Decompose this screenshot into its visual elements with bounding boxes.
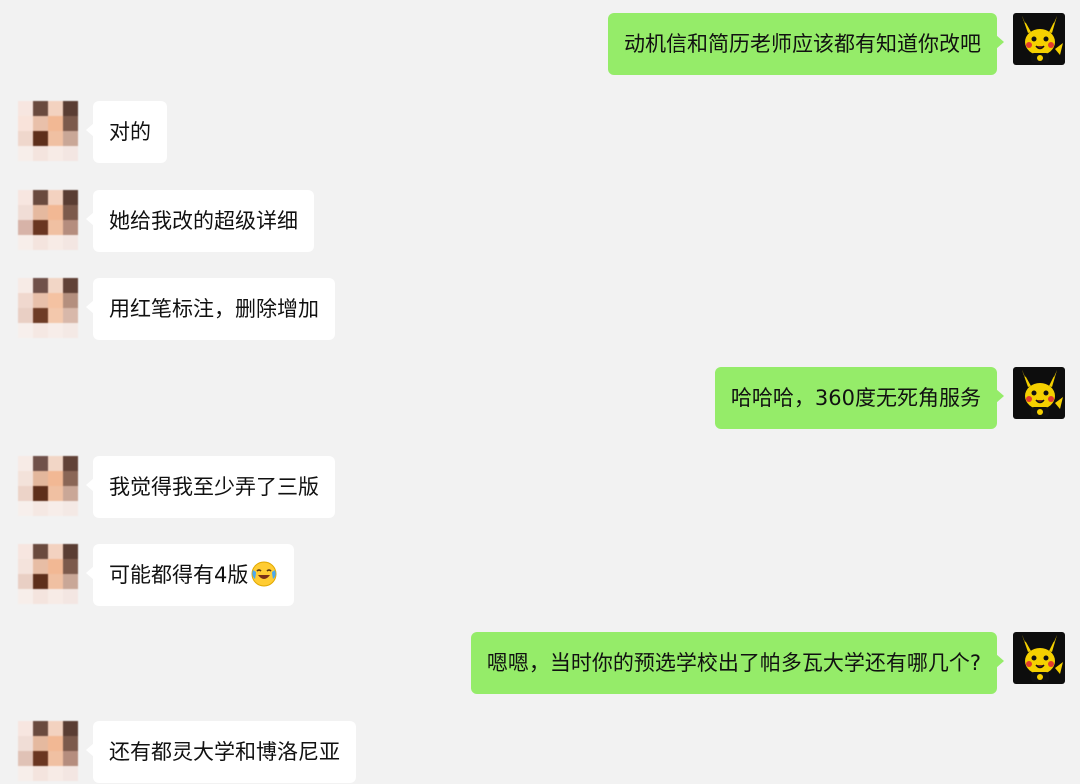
pikachu-avatar-icon[interactable] [1013,367,1065,419]
message-bubble[interactable]: 哈哈哈，360度无死角服务 [714,367,1005,429]
message-text: 可能都得有4版 [109,563,249,587]
contact-avatar-icon[interactable] [18,101,78,161]
message-bubble[interactable]: 可能都得有4版 [85,544,295,606]
message-bubble[interactable]: 她给我改的超级详细 [86,190,314,252]
message-bubble[interactable]: 动机信和简历老师应该都有知道你改吧 [608,13,1004,75]
message-bubble[interactable]: 用红笔标注，删除增加 [86,278,335,340]
message-sent: 嗯嗯，当时你的预选学校出了帕多瓦大学还有哪几个? [470,632,1065,694]
message-received: 还有都灵大学和博洛尼亚 [18,721,356,783]
chat-view: 动机信和简历老师应该都有知道你改吧 对的 她给我改的超级详细 用红笔标注，删除增… [0,0,1080,784]
contact-avatar-icon[interactable] [18,278,78,338]
laughing-crying-emoji-icon [250,560,278,588]
message-received: 对的 [18,101,167,163]
pikachu-avatar-icon[interactable] [1013,632,1065,684]
message-sent: 哈哈哈，360度无死角服务 [714,367,1065,429]
message-received: 用红笔标注，删除增加 [18,278,335,340]
message-received: 可能都得有4版 [18,544,295,606]
contact-avatar-icon[interactable] [18,544,78,604]
contact-avatar-icon[interactable] [18,190,78,250]
message-received: 她给我改的超级详细 [18,190,314,252]
contact-avatar-icon[interactable] [18,721,78,781]
pikachu-avatar-icon[interactable] [1013,13,1065,65]
message-sent: 动机信和简历老师应该都有知道你改吧 [608,13,1065,75]
message-bubble[interactable]: 还有都灵大学和博洛尼亚 [86,721,356,783]
message-bubble[interactable]: 嗯嗯，当时你的预选学校出了帕多瓦大学还有哪几个? [470,632,1005,694]
contact-avatar-icon[interactable] [18,456,78,516]
message-bubble[interactable]: 我觉得我至少弄了三版 [86,456,335,518]
message-bubble[interactable]: 对的 [86,101,167,163]
message-received: 我觉得我至少弄了三版 [18,456,335,518]
